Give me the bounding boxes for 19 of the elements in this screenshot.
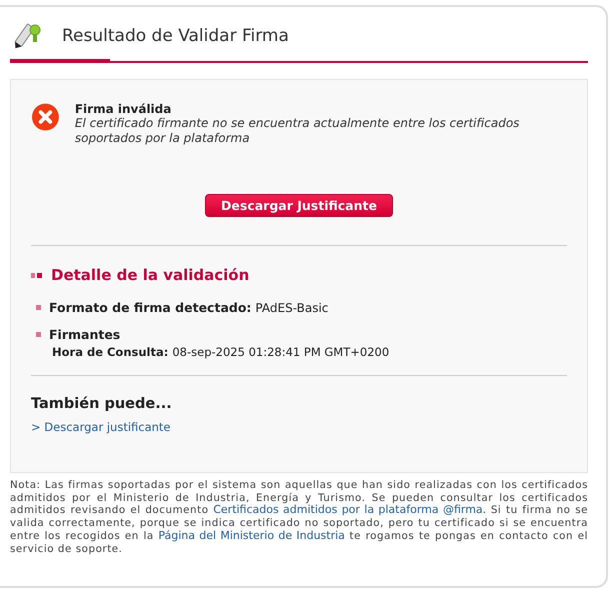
bullet-icon (31, 272, 42, 278)
page-title: Resultado de Validar Firma (62, 26, 289, 46)
result-heading: Firma inválida (74, 102, 172, 116)
detail-value: 08-sep-2025 01:28:41 PM GMT+0200 (172, 345, 390, 359)
detail-value: PAdES-Basic (255, 300, 328, 314)
section-title: Detalle de la validación (51, 266, 250, 284)
detail-label: Firmantes (49, 327, 120, 342)
bullet-icon (36, 305, 41, 310)
section-title: También puede... (31, 396, 173, 412)
detail-label: Formato de firma detectado: (49, 300, 252, 315)
download-link[interactable]: > Descargar justificante (31, 420, 567, 434)
note-text: Nota: Las firmas soportadas por el sistema son aquellas que han sido realizadas con los certificados admitidos por el Ministerio de Industria, Energía y Turismo. Se pueden consultar los certificados admitidos revisando el documento Certificados admitidos por la plataforma @firma. Si tu firma no se valida correctamente, porque se indica certificado no soportado, pero tu certificado si se encuentra entre los recogidos en la Página del Ministerio de Industria te rogamos te pongas en contacto con el servicio de soporte. (10, 479, 588, 556)
bullet-icon (36, 332, 41, 337)
note-link[interactable]: Certificados admitidos por la plataforma @firma. (213, 503, 486, 516)
result-message: El certificado firmante no se encuentra actualmente entre los certificados soportados por la plataforma (74, 116, 520, 146)
note-link[interactable]: Página del Ministerio de Industria (158, 528, 345, 542)
detail-label: Hora de Consulta: (52, 345, 168, 359)
download-button[interactable]: Descargar Justificante (205, 194, 393, 217)
pen-certificate-icon (12, 22, 42, 50)
